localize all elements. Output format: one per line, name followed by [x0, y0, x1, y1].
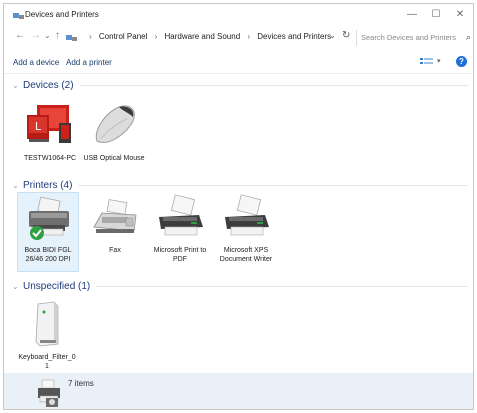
- window-title: Devices and Printers: [25, 10, 99, 19]
- printer-item-fax[interactable]: Fax: [84, 193, 146, 255]
- printer-label: Fax: [109, 247, 121, 254]
- forward-arrow-icon[interactable]: →: [31, 30, 41, 41]
- refresh-icon[interactable]: ↻: [342, 30, 350, 41]
- printer-item-boca-bidi[interactable]: Boca BIDI FGL 26/46 200 DPI: [17, 192, 79, 272]
- printer-default-icon: [29, 196, 69, 240]
- printer-icon: [225, 194, 269, 236]
- up-arrow-icon[interactable]: ↑: [55, 30, 60, 41]
- close-button[interactable]: ✕: [449, 7, 471, 23]
- group-title-devices: Devices (2): [23, 79, 74, 91]
- unspecified-device-icon: [35, 301, 59, 347]
- unspecified-item-keyboard-filter[interactable]: Keyboard_Filter_0 1: [16, 300, 78, 371]
- item-count: 7 items: [68, 379, 94, 388]
- address-dropdown-icon[interactable]: ⌄: [329, 31, 336, 40]
- collapse-chevron-icon[interactable]: ⌄: [12, 81, 20, 90]
- printer-label: Boca BIDI FGL 26/46 200 DPI: [24, 247, 72, 263]
- fax-icon: [93, 199, 137, 233]
- recent-locations-chevron-icon[interactable]: ⌄: [44, 31, 51, 40]
- breadcrumb-separator: ›: [247, 32, 251, 41]
- printer-icon: [159, 194, 203, 236]
- search-icon[interactable]: ⌕: [466, 32, 471, 43]
- collapse-chevron-icon[interactable]: ⌄: [12, 282, 20, 291]
- details-pane: 7 items: [4, 373, 473, 409]
- add-printer-button[interactable]: Add a printer: [66, 58, 112, 67]
- collapse-chevron-icon[interactable]: ⌄: [12, 181, 20, 190]
- breadcrumb: › Control Panel › Hardware and Sound › D…: [84, 32, 331, 41]
- breadcrumb-separator: ›: [89, 32, 92, 41]
- view-options-dropdown-icon[interactable]: ▾: [437, 57, 441, 65]
- svg-text:L: L: [35, 120, 42, 133]
- title-bar: Devices and Printers — ☐ ✕: [4, 4, 473, 26]
- group-header-printers[interactable]: ⌄ Printers (4): [12, 178, 468, 192]
- group-divider: [79, 84, 468, 86]
- device-label: Keyboard_Filter_0 1: [18, 354, 76, 370]
- mouse-icon: [95, 105, 135, 143]
- maximize-button[interactable]: ☐: [425, 7, 447, 23]
- address-row: ← → ⌄ ↑ › Control Panel › Hardware and S…: [4, 28, 473, 48]
- printer-item-microsoft-xps-document-writer[interactable]: Microsoft XPS Document Writer: [215, 193, 277, 264]
- help-icon[interactable]: ?: [456, 56, 467, 67]
- device-item-usb-optical-mouse[interactable]: USB Optical Mouse: [83, 101, 145, 163]
- group-divider: [78, 184, 468, 186]
- breadcrumb-control-panel[interactable]: Control Panel: [99, 32, 147, 41]
- computer-icon: L: [27, 105, 71, 143]
- minimize-button[interactable]: —: [401, 7, 423, 23]
- device-label: USB Optical Mouse: [83, 155, 145, 162]
- device-item-testw1064-pc[interactable]: L TESTW1064-PC: [19, 101, 81, 163]
- group-header-unspecified[interactable]: ⌄ Unspecified (1): [12, 279, 468, 293]
- back-arrow-icon[interactable]: ←: [15, 30, 25, 41]
- devices-printers-icon: [13, 13, 24, 19]
- search-placeholder: Search Devices and Printers: [361, 33, 457, 42]
- printer-label: Microsoft Print to PDF: [153, 247, 207, 263]
- breadcrumb-separator: ›: [154, 32, 158, 41]
- add-device-button[interactable]: Add a device: [13, 58, 59, 67]
- device-label: TESTW1064-PC: [23, 155, 77, 162]
- search-box[interactable]: Search Devices and Printers ⌕: [356, 30, 473, 46]
- breadcrumb-hardware-and-sound[interactable]: Hardware and Sound: [165, 32, 241, 41]
- location-devices-icon: [66, 35, 77, 41]
- explorer-window: Devices and Printers — ☐ ✕ ← → ⌄ ↑ › Con…: [3, 3, 474, 410]
- group-title-printers: Printers (4): [23, 179, 73, 191]
- group-divider: [96, 285, 468, 287]
- printer-camera-icon: [38, 379, 60, 407]
- breadcrumb-devices-and-printers[interactable]: Devices and Printers: [257, 32, 331, 41]
- printer-label: Microsoft XPS Document Writer: [219, 247, 273, 263]
- printer-item-microsoft-print-to-pdf[interactable]: Microsoft Print to PDF: [149, 193, 211, 264]
- change-view-icon[interactable]: [420, 57, 434, 67]
- group-title-unspecified: Unspecified (1): [23, 280, 91, 292]
- group-header-devices[interactable]: ⌄ Devices (2): [12, 78, 468, 92]
- command-bar: Add a device Add a printer ▾ ?: [4, 52, 473, 74]
